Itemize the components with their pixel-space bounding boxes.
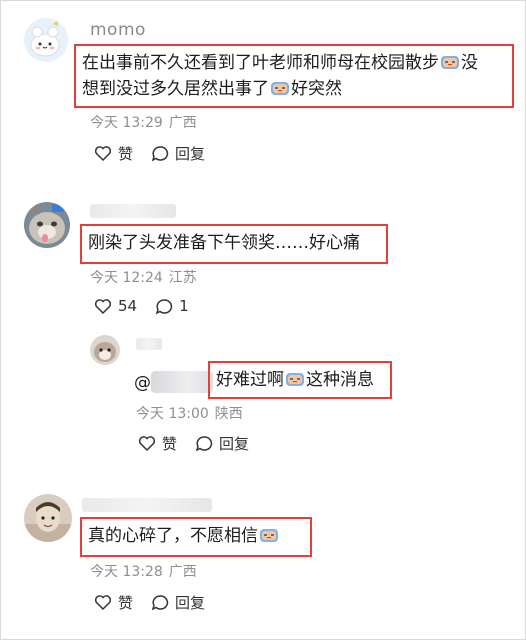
comment-actions: 赞 回复 (94, 143, 205, 164)
heart-outline-icon (94, 146, 112, 162)
comment-meta: 今天 13:28 广西 (90, 561, 203, 581)
comment-bubble-icon (195, 436, 213, 452)
comment-text: 真的心碎了，不愿相信 (88, 526, 258, 546)
comment-text-line2-tail: 好突然 (291, 79, 342, 99)
reply-button[interactable]: 回复 (151, 143, 205, 164)
avatar-reply[interactable] (90, 335, 120, 365)
reply-label: 回复 (175, 594, 206, 612)
heart-outline-icon (138, 436, 156, 452)
comment-actions: 赞 回复 (138, 433, 249, 454)
like-button[interactable]: 赞 (138, 433, 177, 454)
comment-bubble-icon (151, 146, 169, 162)
timestamp: 今天 13:28 (90, 564, 163, 580)
timestamp: 今天 12:24 (90, 270, 163, 286)
comment-text-highlighted: 真的心碎了，不愿相信 (80, 517, 312, 557)
like-label: 赞 (162, 435, 178, 453)
crying-emoji-icon (271, 82, 289, 95)
comment-meta: 今天 13:29 广西 (90, 112, 203, 132)
comment-bubble-icon (151, 595, 169, 611)
heart-outline-icon (94, 595, 112, 611)
comment-text-highlighted: 在出事前不久还看到了叶老师和师母在校园散步 没 想到没过多久居然出事了 好突然 (74, 44, 514, 108)
comment-text-highlighted: 刚染了头发准备下午领奖……好心痛 (80, 224, 388, 264)
reply-button[interactable]: 回复 (151, 592, 205, 613)
heart-outline-icon (94, 298, 112, 314)
reply-label: 回复 (175, 145, 206, 163)
username-blurred[interactable] (136, 338, 162, 350)
crying-emoji-icon (286, 373, 304, 386)
username-blurred[interactable] (82, 498, 212, 512)
location: 广西 (168, 115, 197, 131)
like-button[interactable]: 54 (94, 297, 137, 315)
timestamp: 今天 13:29 (90, 115, 163, 131)
mention-blurred-name[interactable] (151, 371, 213, 393)
reply-label: 回复 (219, 435, 250, 453)
username-blurred[interactable] (90, 204, 176, 218)
reply-button[interactable]: 回复 (195, 433, 249, 454)
mention-at[interactable]: @ (134, 373, 151, 393)
like-label: 赞 (118, 594, 134, 612)
comment-text-highlighted: 好难过啊 这种消息 (208, 361, 392, 399)
crying-emoji-icon (260, 529, 278, 542)
comment-text-line1: 在出事前不久还看到了叶老师和师母在校园散步 (82, 53, 439, 73)
like-label: 赞 (118, 145, 134, 163)
like-button[interactable]: 赞 (94, 592, 133, 613)
comment-meta: 今天 13:00 陕西 (136, 403, 249, 423)
like-count: 54 (118, 297, 138, 315)
reply-button[interactable]: 1 (155, 297, 189, 315)
crying-emoji-icon (441, 56, 459, 69)
reply-text-b: 这种消息 (306, 370, 374, 390)
location: 陕西 (214, 406, 243, 422)
comment-bubble-icon (155, 298, 173, 314)
avatar-user4[interactable] (24, 494, 72, 542)
like-button[interactable]: 赞 (94, 143, 133, 164)
location: 江苏 (168, 270, 197, 286)
avatar-cat[interactable] (24, 202, 70, 248)
comment-meta: 今天 12:24 江苏 (90, 267, 203, 287)
mention-line: @ (134, 370, 215, 396)
comment-actions: 赞 回复 (94, 592, 205, 613)
reply-count: 1 (179, 297, 189, 315)
comment-actions: 54 1 (94, 297, 189, 315)
comment-text-line2: 想到没过多久居然出事了 (82, 79, 269, 99)
username-momo[interactable]: momo (90, 20, 146, 40)
location: 广西 (168, 564, 197, 580)
comment-text: 刚染了头发准备下午领奖……好心痛 (88, 233, 360, 253)
avatar-momo[interactable] (24, 18, 68, 62)
comment-text-line1-tail: 没 (461, 53, 478, 73)
reply-text-a: 好难过啊 (216, 370, 284, 390)
timestamp: 今天 13:00 (136, 406, 209, 422)
